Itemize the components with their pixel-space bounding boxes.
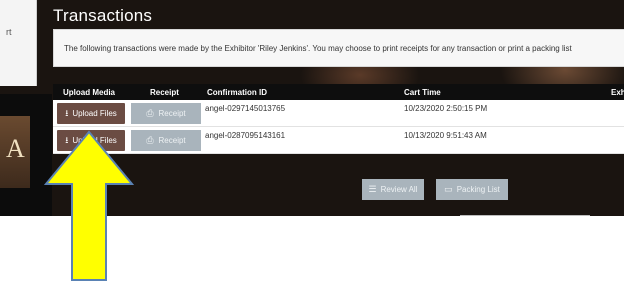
review-all-button[interactable]: ☰ Review All [362,179,424,200]
col-header-upload-media: Upload Media [63,88,116,97]
yellow-arrow-overlay [44,130,134,281]
upload-files-button[interactable]: ⭳ Upload Files [57,103,125,124]
col-header-confirmation-id: Confirmation ID [207,88,267,97]
receipt-button[interactable]: ⎙ Receipt [131,103,201,124]
packing-list-button[interactable]: ▭ Packing List [436,179,508,200]
col-header-receipt: Receipt [150,88,179,97]
upload-icon: ⭳ [65,108,69,118]
upload-files-label: Upload Files [72,109,117,118]
receipt-label: Receipt [158,109,186,118]
left-sidebar-card: rt [0,0,37,86]
table-row: ⭳ Upload Files ⎙ Receipt angel-028709514… [53,127,624,154]
print-icon: ⎙ [146,135,154,145]
col-header-exhibitor: Exh [611,88,624,97]
table-row: ⭳ Upload Files ⎙ Receipt angel-029714501… [53,100,624,127]
packing-list-icon: ▭ [444,184,453,194]
receipt-button[interactable]: ⎙ Receipt [131,130,201,151]
sidebar-text-fragment: rt [6,27,12,37]
receipt-label: Receipt [158,136,186,145]
review-all-label: Review All [380,185,418,194]
cart-time: 10/23/2020 2:50:15 PM [404,104,488,113]
divider [460,215,590,216]
screen: rt A Transactions The following transact… [0,0,624,282]
page-title: Transactions [53,6,153,25]
info-text: The following transactions were made by … [64,44,572,53]
confirmation-id: angel-0297145013765 [205,104,286,113]
col-header-cart-time: Cart Time [404,88,441,97]
info-box: The following transactions were made by … [53,29,624,67]
table-header: Upload Media Receipt Confirmation ID Car… [53,84,624,100]
confirmation-id: angel-0287095143161 [205,131,286,140]
arrow-shape [44,130,134,281]
print-icon: ⎙ [146,108,154,118]
cart-time: 10/13/2020 9:51:43 AM [404,131,487,140]
list-icon: ☰ [368,184,377,194]
poster-letter: A [6,134,25,163]
transactions-table-body: ⭳ Upload Files ⎙ Receipt angel-029714501… [53,100,624,154]
packing-list-label: Packing List [456,185,500,194]
